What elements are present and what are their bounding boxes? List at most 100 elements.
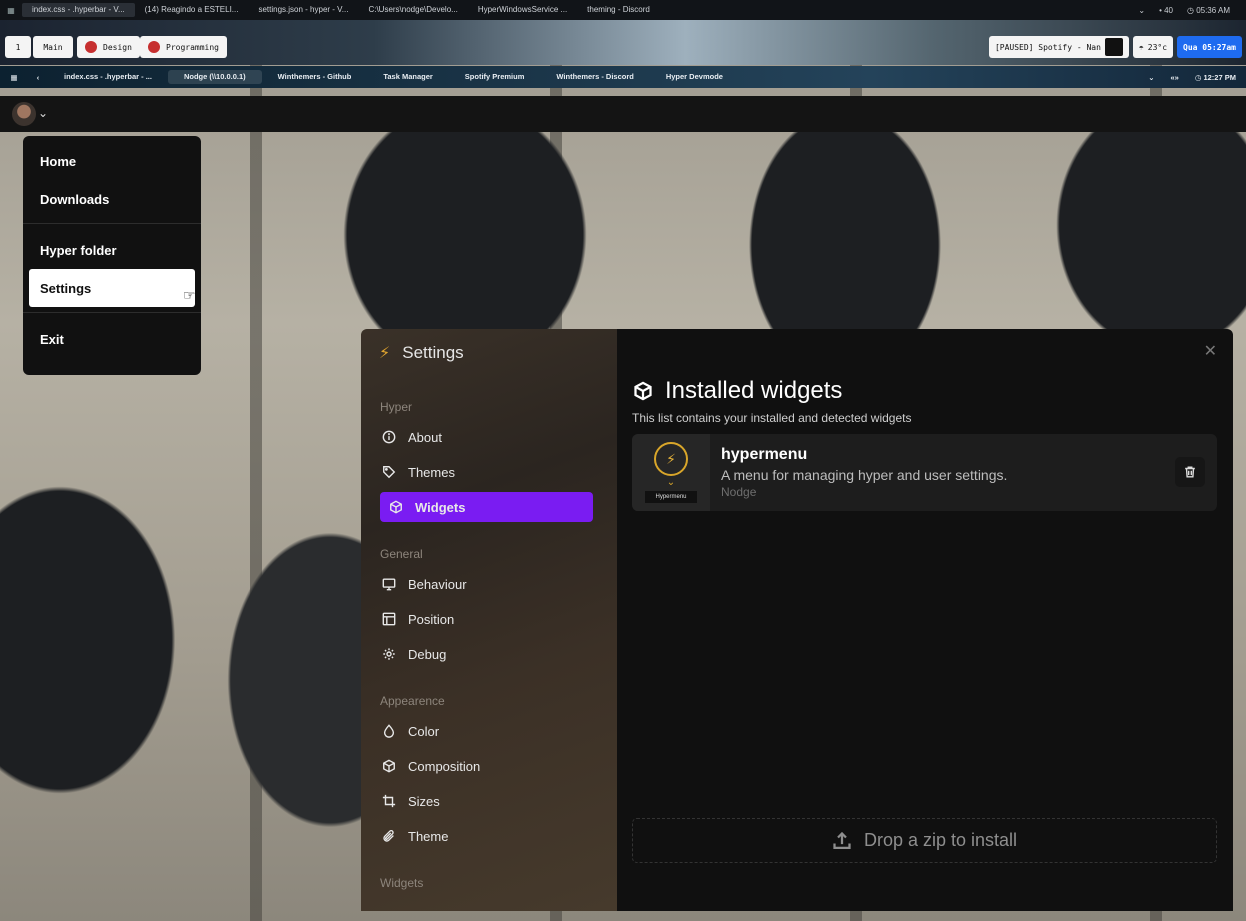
workspace-design[interactable]: Design <box>77 36 140 58</box>
sidebar-item-color-label: Color <box>408 723 440 739</box>
os-tab-6[interactable]: theming - Discord <box>577 3 660 17</box>
dropzone[interactable]: Drop a zip to install <box>632 818 1217 863</box>
avatar[interactable] <box>12 102 36 126</box>
os-tab-1[interactable]: index.css - .hyperbar - V... <box>22 3 135 17</box>
menu-item-exit[interactable]: Exit <box>29 320 195 358</box>
hyper-clock: ◷ 12:27 PM <box>1194 72 1236 82</box>
settings-content: ✕ Installed widgets This list contains y… <box>617 329 1233 911</box>
workspace-programming-label: Programming <box>166 42 219 52</box>
settings-sidebar: ⚡ Settings Hyper About Themes Widgets Ge… <box>361 329 617 911</box>
menu-item-hyper-folder[interactable]: Hyper folder <box>29 231 195 269</box>
bolt-icon: ⚡ <box>654 442 688 476</box>
settings-window: ⚡ Settings Hyper About Themes Widgets Ge… <box>361 329 1233 911</box>
workspace-main[interactable]: Main <box>33 36 73 58</box>
sidebar-item-composition[interactable]: Composition <box>380 751 593 781</box>
crop-icon <box>381 794 397 808</box>
bolt-icon: ⚡ <box>379 345 391 362</box>
os-tab-5[interactable]: HyperWindowsService ... <box>468 3 577 17</box>
widget-description: A menu for managing hyper and user setti… <box>721 467 1008 483</box>
delete-widget-button[interactable] <box>1175 457 1205 487</box>
monitor-icon <box>381 577 397 591</box>
sidebar-item-behaviour-label: Behaviour <box>408 576 467 592</box>
info-icon <box>381 430 397 444</box>
spotify-widget[interactable]: [PAUSED] Spotify - Nan <box>988 36 1129 58</box>
album-art-icon <box>1104 38 1123 56</box>
sidebar-item-theme-label: Theme <box>408 828 449 844</box>
app-icon <box>85 41 97 53</box>
page-title: Installed widgets <box>633 377 842 405</box>
menu-item-home[interactable]: Home <box>29 142 195 180</box>
sidebar-item-about-label: About <box>408 429 442 445</box>
sidebar-item-behaviour[interactable]: Behaviour <box>380 569 593 599</box>
hyper-tab-3[interactable]: Winthemers - Github <box>262 70 368 84</box>
os-tab-2[interactable]: (14) Reagindo a ESTELI... <box>135 3 249 17</box>
gear-icon <box>381 647 397 661</box>
weather-widget[interactable]: ☂ 23°c <box>1132 36 1174 58</box>
hyper-taskbar: ▦ ‹ index.css - .hyperbar - ... Nodge (\… <box>0 66 1246 88</box>
widget-name: hypermenu <box>721 446 808 463</box>
close-icon[interactable]: ✕ <box>1204 341 1217 361</box>
chevron-down-icon[interactable]: ⌄ <box>1138 6 1145 15</box>
sidebar-item-themes[interactable]: Themes <box>380 457 593 487</box>
dropzone-label: Drop a zip to install <box>863 830 1018 850</box>
sidebar-item-debug[interactable]: Debug <box>380 639 593 669</box>
sidebar-item-debug-label: Debug <box>408 646 447 662</box>
sidebar-item-sizes[interactable]: Sizes <box>380 786 593 816</box>
sidebar-item-widgets-label: Widgets <box>415 499 466 515</box>
group-general: General <box>380 547 423 561</box>
menu-divider <box>23 223 201 224</box>
layout-icon <box>381 612 397 626</box>
date-widget[interactable]: Qua 05:27am <box>1177 36 1242 58</box>
chevron-left-icon[interactable]: ‹ <box>28 73 48 82</box>
sidebar-item-composition-label: Composition <box>408 758 481 774</box>
menu-divider <box>23 312 201 313</box>
hyper-tab-1[interactable]: index.css - .hyperbar - ... <box>48 70 168 84</box>
os-tab-4[interactable]: C:\Users\nodge\Develo... <box>358 3 467 17</box>
menu-item-downloads[interactable]: Downloads <box>29 180 195 218</box>
chevron-down-icon: ⌄ <box>666 477 676 488</box>
sidebar-item-theme[interactable]: Theme <box>380 821 593 851</box>
os-menu-icon[interactable]: ▦ <box>0 6 22 15</box>
status-widgets: [PAUSED] Spotify - Nan ☂ 23°c Qua 05:27a… <box>988 36 1242 58</box>
page-subtitle: This list contains your installed and de… <box>632 411 912 425</box>
spotify-label: [PAUSED] Spotify - Nan <box>994 42 1101 52</box>
group-hyper: Hyper <box>380 400 413 414</box>
hyper-tab-4[interactable]: Task Manager <box>367 70 448 84</box>
sidebar-item-position[interactable]: Position <box>380 604 593 634</box>
hyper-tab-5[interactable]: Spotify Premium <box>449 70 541 84</box>
paperclip-icon <box>381 829 397 843</box>
volume-icon[interactable]: «» <box>1170 73 1178 82</box>
hyper-tab-7[interactable]: Hyper Devmode <box>650 70 739 84</box>
os-clock-text: 05:36 AM <box>1196 5 1230 15</box>
cube-icon <box>634 381 652 401</box>
page-title-text: Installed widgets <box>665 377 843 404</box>
os-clock: ◷ 05:36 AM <box>1186 5 1230 15</box>
trash-icon <box>1185 466 1195 478</box>
sidebar-item-sizes-label: Sizes <box>408 793 440 809</box>
os-volume[interactable]: • 40 <box>1159 6 1173 15</box>
app-icon <box>148 41 160 53</box>
workspace-number-label: 1 <box>15 42 21 52</box>
hyper-tab-2[interactable]: Nodge (\\10.0.0.1) <box>167 70 262 84</box>
workspace-number[interactable]: 1 <box>5 36 31 58</box>
chevron-down-icon[interactable]: ⌄ <box>38 106 48 120</box>
hyper-tab-6[interactable]: Winthemers - Discord <box>540 70 649 84</box>
chevron-down-icon[interactable]: ⌄ <box>1148 73 1154 82</box>
workspace-main-label: Main <box>43 42 63 52</box>
workspace-programming[interactable]: Programming <box>140 36 227 58</box>
menu-item-settings[interactable]: Settings ☞ <box>29 269 196 307</box>
sidebar-item-themes-label: Themes <box>408 464 455 480</box>
sidebar-item-widgets[interactable]: Widgets <box>380 492 593 522</box>
sidebar-item-about[interactable]: About <box>380 422 593 452</box>
date-label: Qua 05:27am <box>1183 42 1236 52</box>
hyper-clock-text: 12:27 PM <box>1203 72 1236 82</box>
sidebar-item-position-label: Position <box>408 611 455 627</box>
group-appearence: Appearence <box>380 694 445 708</box>
widget-thumb-label: Hypermenu <box>645 491 697 503</box>
widget-card[interactable]: ⚡ ⌄ Hypermenu hypermenu A menu for manag… <box>632 434 1217 511</box>
settings-title: ⚡ Settings <box>379 343 464 363</box>
os-tab-3[interactable]: settings.json - hyper - V... <box>248 3 358 17</box>
sidebar-item-color[interactable]: Color <box>380 716 593 746</box>
hyper-menu-icon[interactable]: ▦ <box>0 73 28 82</box>
tag-icon <box>381 465 397 479</box>
